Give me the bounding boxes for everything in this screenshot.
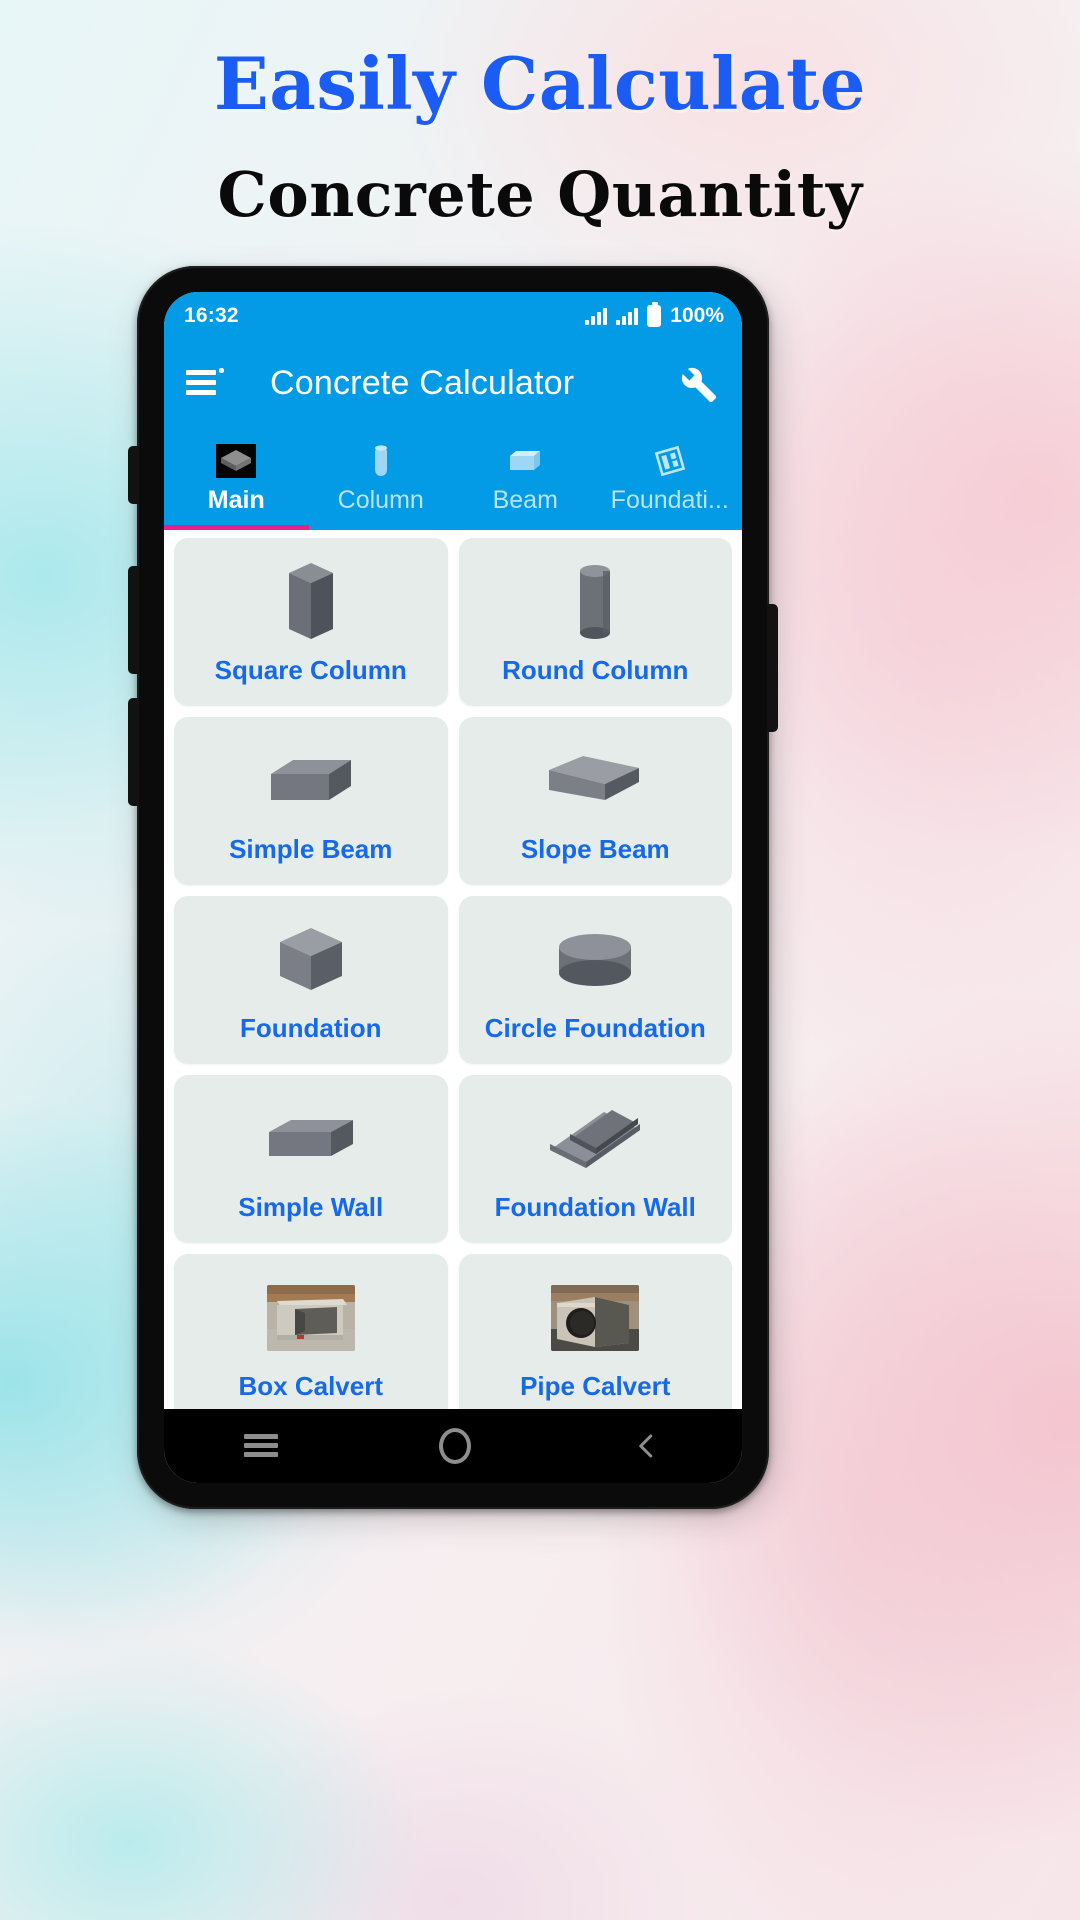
simple-beam-3d-icon — [263, 738, 359, 824]
grid-card-box-calvert[interactable]: Box Calvert — [174, 1254, 448, 1409]
signal-bars-icon — [585, 307, 608, 325]
grid-card-label: Circle Foundation — [484, 1012, 706, 1043]
beam-icon — [504, 442, 546, 480]
phone-mockup: 16:32 100% Concrete Calculator Main Colu… — [128, 266, 778, 1519]
grid-card-label: Simple Wall — [238, 1191, 384, 1222]
tab-beam[interactable]: Beam — [453, 426, 598, 530]
grid-card-simple-beam[interactable]: Simple Beam — [174, 717, 448, 885]
battery-percent-label: 100% — [670, 304, 724, 327]
status-bar-indicators: 100% — [585, 302, 724, 328]
slope-beam-3d-icon — [543, 738, 647, 824]
slab-icon — [216, 442, 257, 480]
cylinder-icon — [370, 442, 392, 480]
grid-card-square-column[interactable]: Square Column — [174, 538, 448, 706]
grid-card-foundation[interactable]: Foundation — [174, 896, 448, 1064]
status-bar-time: 16:32 — [184, 304, 239, 327]
grid-card-foundation-wall[interactable]: Foundation Wall — [458, 1075, 732, 1243]
tab-main[interactable]: Main — [164, 426, 309, 530]
square-column-3d-icon — [281, 559, 341, 645]
android-navigation-bar — [164, 1409, 742, 1483]
main-content: Square Column Round Column Simple Beam S… — [164, 530, 742, 1409]
tab-column[interactable]: Column — [309, 426, 454, 530]
phone-button-power — [767, 604, 778, 732]
recent-apps-icon[interactable] — [244, 1434, 279, 1458]
grid-card-label: Box Calvert — [238, 1370, 384, 1401]
grid-card-label: Square Column — [214, 654, 407, 685]
headline-line-2: Concrete Quantity — [217, 158, 863, 231]
phone-button-volume-up — [128, 566, 139, 674]
foundation-cube-3d-icon — [272, 917, 350, 1003]
phone-button-left-top — [128, 446, 139, 504]
tab-label: Column — [337, 485, 424, 514]
tab-label: Foundati... — [610, 485, 729, 514]
tab-bar: Main Column Beam Foundati... — [164, 426, 742, 530]
grid-card-slope-beam[interactable]: Slope Beam — [458, 717, 732, 885]
wrench-icon[interactable] — [674, 360, 720, 406]
circle-foundation-3d-icon — [549, 917, 641, 1003]
back-icon[interactable] — [632, 1431, 662, 1461]
promo-headline: Easily Calculate Concrete Quantity — [0, 48, 1080, 226]
grid-card-label: Slope Beam — [520, 833, 670, 864]
round-column-3d-icon — [567, 559, 623, 645]
hamburger-menu-icon[interactable] — [186, 368, 226, 398]
grid-card-label: Simple Beam — [229, 833, 393, 864]
box-calvert-photo — [266, 1275, 355, 1361]
calculator-grid: Square Column Round Column Simple Beam S… — [174, 538, 732, 1409]
tab-label: Beam — [492, 485, 558, 514]
grid-card-circle-foundation[interactable]: Circle Foundation — [458, 896, 732, 1064]
grid-card-label: Foundation Wall — [494, 1191, 696, 1222]
foundation-icon — [651, 442, 689, 480]
phone-screen: 16:32 100% Concrete Calculator Main Colu… — [164, 292, 742, 1483]
headline-line-1: Easily Calculate — [213, 41, 867, 126]
app-bar: Concrete Calculator — [164, 340, 742, 426]
pipe-calvert-photo — [551, 1275, 640, 1361]
simple-wall-3d-icon — [261, 1096, 361, 1182]
home-icon[interactable] — [438, 1428, 471, 1464]
page-title: Concrete Calculator — [270, 363, 575, 402]
battery-full-icon — [647, 302, 662, 327]
phone-button-volume-down — [128, 698, 139, 806]
tab-foundation[interactable]: Foundati... — [598, 426, 743, 530]
grid-card-simple-wall[interactable]: Simple Wall — [174, 1075, 448, 1243]
foundation-wall-3d-icon — [540, 1096, 650, 1182]
tab-label: Main — [207, 485, 265, 514]
signal-bars-icon-2 — [616, 307, 639, 325]
phone-body: 16:32 100% Concrete Calculator Main Colu… — [128, 266, 778, 1509]
grid-card-label: Foundation — [239, 1012, 382, 1043]
active-tab-indicator — [164, 525, 309, 530]
grid-card-round-column[interactable]: Round Column — [458, 538, 732, 706]
grid-card-pipe-calvert[interactable]: Pipe Calvert — [458, 1254, 732, 1409]
grid-card-label: Pipe Calvert — [520, 1370, 671, 1401]
grid-card-label: Round Column — [502, 654, 689, 685]
status-bar: 16:32 100% — [164, 292, 742, 340]
